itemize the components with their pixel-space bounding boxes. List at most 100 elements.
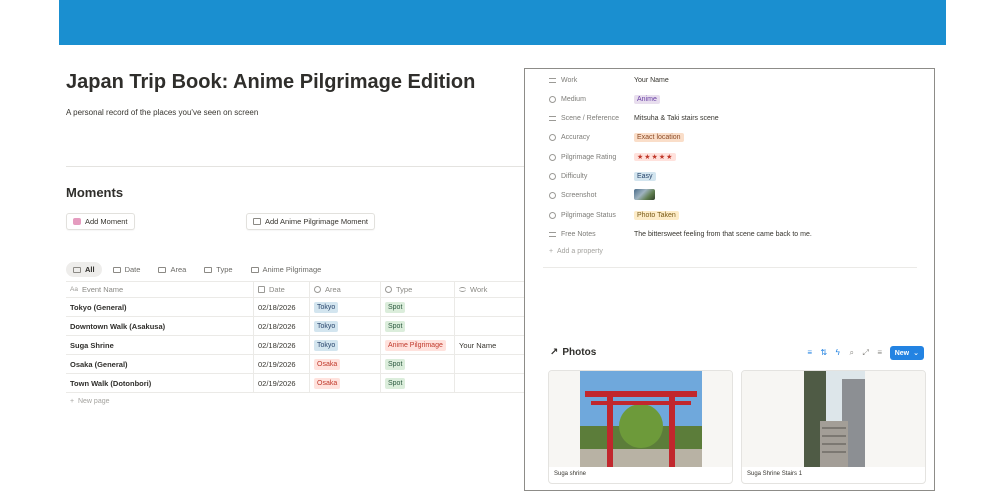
date-cell[interactable]: 02/19/2026	[253, 374, 309, 392]
table-row[interactable]: Tokyo (General) 02/18/2026 Tokyo Spot	[66, 298, 524, 317]
event-name-cell[interactable]: Osaka (General)	[66, 355, 252, 373]
select-icon	[549, 95, 556, 103]
property-work[interactable]: Work Your Name	[549, 74, 669, 86]
tab-area[interactable]: Area	[151, 262, 193, 277]
add-property-button[interactable]: + Add a property	[549, 248, 603, 255]
card-title: Suga shrine	[554, 471, 587, 477]
new-photo-button[interactable]: New ⌄	[889, 346, 924, 360]
new-page-button[interactable]: + New page	[70, 398, 110, 405]
add-moment-button[interactable]: Add Moment	[66, 213, 135, 230]
tab-label: Date	[124, 265, 141, 274]
column-header-area[interactable]: Area	[309, 282, 380, 297]
area-tag: Tokyo	[314, 320, 339, 332]
automation-icon[interactable]: ϟ	[834, 349, 842, 357]
select-icon	[549, 172, 556, 180]
lines-icon	[549, 77, 556, 83]
type-cell[interactable]: Spot	[380, 317, 454, 335]
type-cell[interactable]: Spot	[380, 374, 454, 392]
work-cell[interactable]	[454, 374, 524, 392]
tab-all[interactable]: All	[66, 262, 102, 277]
property-value[interactable]: Easy	[634, 171, 656, 181]
date-cell[interactable]: 02/18/2026	[253, 317, 309, 335]
property-value[interactable]: Photo Taken	[634, 210, 679, 220]
sort-icon[interactable]: ⇅	[820, 349, 828, 357]
property-scene-reference[interactable]: Scene / Reference Mitsuha & Taki stairs …	[549, 112, 719, 124]
event-name-cell[interactable]: Town Walk (Dotonbori)	[66, 374, 252, 392]
property-value[interactable]: Mitsuha & Taki stairs scene	[634, 115, 719, 122]
property-difficulty[interactable]: Difficulty Easy	[549, 170, 656, 182]
screenshot-thumbnail[interactable]	[634, 188, 655, 200]
photos-heading[interactable]: ↗ Photos	[550, 347, 596, 358]
table-row[interactable]: Town Walk (Dotonbori) 02/19/2026 Osaka S…	[66, 374, 524, 393]
property-accuracy[interactable]: Accuracy Exact location	[549, 131, 684, 143]
column-header-event-name[interactable]: Aa Event Name	[66, 282, 252, 297]
column-label: Work	[470, 285, 488, 294]
column-header-date[interactable]: Date	[253, 282, 309, 297]
table-row[interactable]: Osaka (General) 02/19/2026 Osaka Spot	[66, 355, 524, 374]
area-cell[interactable]: Tokyo	[309, 298, 380, 316]
card-title: Suga Shrine Stairs 1	[747, 471, 803, 477]
arrow-up-right-icon: ↗	[550, 347, 559, 358]
property-pilgrimage-rating[interactable]: Pilgrimage Rating ★★★★★	[549, 151, 677, 163]
gallery-card[interactable]: Suga Shrine Stairs 1	[741, 370, 926, 484]
table-row[interactable]: Suga Shrine 02/18/2026 Tokyo Anime Pilgr…	[66, 336, 524, 355]
filter-icon[interactable]: ≡	[806, 349, 814, 357]
search-icon[interactable]: ⌕	[848, 349, 856, 357]
property-value[interactable]: Your Name	[634, 77, 669, 84]
property-label: Screenshot	[561, 191, 597, 199]
select-icon	[385, 286, 392, 293]
table-row[interactable]: Downtown Walk (Asakusa) 02/18/2026 Tokyo…	[66, 317, 524, 336]
expand-icon[interactable]: ⤢	[862, 349, 870, 357]
work-cell[interactable]	[454, 317, 524, 335]
chevron-down-icon[interactable]: ⌄	[913, 349, 919, 357]
property-label: Pilgrimage Status	[561, 211, 616, 219]
area-tag: Osaka	[314, 358, 341, 370]
type-tag: Anime Pilgrimage	[385, 339, 446, 351]
area-tag: Tokyo	[314, 339, 339, 351]
area-cell[interactable]: Osaka	[309, 374, 380, 392]
work-cell[interactable]	[454, 355, 524, 373]
property-value[interactable]: Anime	[634, 94, 660, 104]
property-screenshot[interactable]: Screenshot	[549, 188, 655, 201]
type-cell[interactable]: Spot	[380, 355, 454, 373]
date-cell[interactable]: 02/19/2026	[253, 355, 309, 373]
property-value[interactable]: Exact location	[634, 132, 684, 142]
event-name-cell[interactable]: Tokyo (General)	[66, 298, 252, 316]
tab-anime-pilgrimage[interactable]: Anime Pilgrimage	[244, 262, 329, 277]
select-icon	[314, 286, 321, 293]
event-name-cell[interactable]: Suga Shrine	[66, 336, 252, 354]
work-cell[interactable]: Your Name	[454, 336, 524, 354]
add-anime-label: Add Anime Pilgrimage Moment	[265, 217, 368, 226]
date-cell[interactable]: 02/18/2026	[253, 298, 309, 316]
add-anime-pilgrimage-button[interactable]: Add Anime Pilgrimage Moment	[246, 213, 375, 230]
event-name-cell[interactable]: Downtown Walk (Asakusa)	[66, 317, 252, 335]
area-cell[interactable]: Tokyo	[309, 336, 380, 354]
property-value[interactable]: ★★★★★	[634, 153, 677, 161]
area-cell[interactable]: Tokyo	[309, 317, 380, 335]
gallery-card[interactable]: Suga shrine	[548, 370, 733, 484]
type-cell[interactable]: Anime Pilgrimage	[380, 336, 454, 354]
property-medium[interactable]: Medium Anime	[549, 93, 660, 105]
area-tag: Tokyo	[314, 301, 339, 313]
work-cell[interactable]	[454, 298, 524, 316]
property-value[interactable]	[634, 188, 655, 202]
photos-heading-label: Photos	[562, 347, 597, 358]
column-header-work[interactable]: Work	[454, 282, 524, 297]
column-header-type[interactable]: Type	[380, 282, 454, 297]
property-label: Work	[561, 76, 578, 84]
table-header-row: Aa Event Name Date Area Type Work	[66, 281, 524, 298]
tab-type[interactable]: Type	[197, 262, 239, 277]
type-cell[interactable]: Spot	[380, 298, 454, 316]
photos-toolbar: ≡ ⇅ ϟ ⌕ ⤢ ≡ New ⌄	[806, 346, 924, 360]
property-value[interactable]: The bittersweet feeling from that scene …	[634, 231, 812, 238]
property-free-notes[interactable]: Free Notes The bittersweet feeling from …	[549, 228, 812, 240]
date-cell[interactable]: 02/18/2026	[253, 336, 309, 354]
more-options-icon[interactable]: ≡	[876, 349, 884, 357]
tab-date[interactable]: Date	[106, 262, 148, 277]
property-pilgrimage-status[interactable]: Pilgrimage Status Photo Taken	[549, 209, 679, 221]
shrine-stairs-photo	[804, 371, 865, 467]
table-icon	[158, 266, 167, 273]
property-label: Scene / Reference	[561, 114, 619, 122]
area-cell[interactable]: Osaka	[309, 355, 380, 373]
add-property-label: Add a property	[556, 248, 603, 255]
